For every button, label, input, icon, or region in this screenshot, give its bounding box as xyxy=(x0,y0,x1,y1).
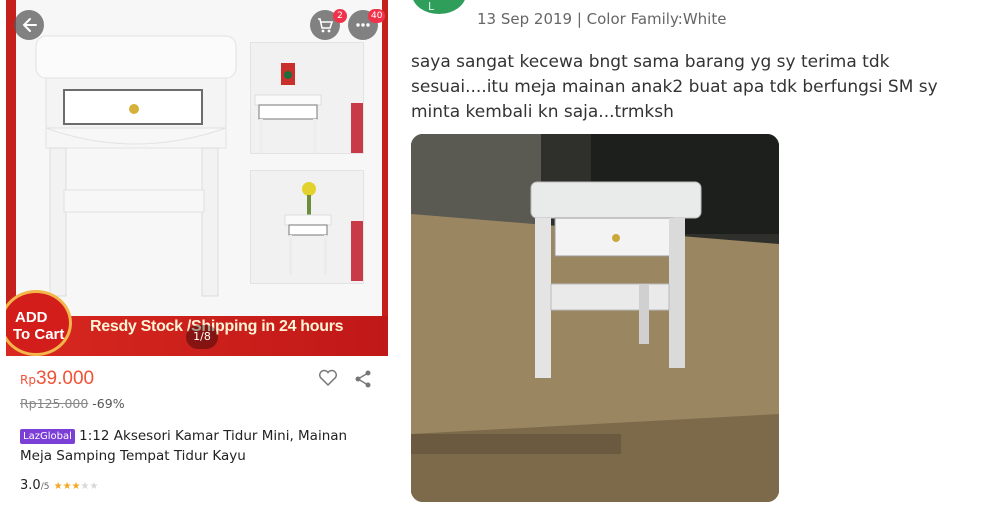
heart-icon[interactable] xyxy=(318,369,338,387)
product-panel: Resdy Stock /Shipping in 24 hours ADD To… xyxy=(0,0,392,510)
rating-stars: ★★★★★ xyxy=(54,478,99,493)
back-button[interactable] xyxy=(14,10,44,40)
share-icon[interactable] xyxy=(353,369,373,389)
review-panel: L 13 Sep 2019 | Color Family:White saya … xyxy=(392,0,986,510)
reviewer-avatar-letter: L xyxy=(428,0,435,13)
cart-count-badge: 2 xyxy=(333,9,347,23)
product-image-carousel[interactable]: Resdy Stock /Shipping in 24 hours ADD To… xyxy=(6,0,388,356)
store-tag: LazGlobal xyxy=(20,429,75,444)
review-text: saya sangat kecewa bngt sama barang yg s… xyxy=(411,52,938,122)
add-to-cart-line2: To Cart xyxy=(13,326,65,343)
price-currency: Rp xyxy=(20,373,36,387)
rating-value: 3.0 xyxy=(20,478,41,493)
product-image-area xyxy=(16,0,382,316)
star-filled-icon: ★ xyxy=(62,481,72,492)
rating-max: /5 xyxy=(40,482,50,492)
product-title: LazGlobal 1:12 Aksesori Kamar Tidur Mini… xyxy=(20,426,380,466)
add-to-cart-line1: ADD xyxy=(15,309,48,326)
original-price: Rp125.000 xyxy=(20,396,89,411)
price: Rp39.000 xyxy=(20,368,94,390)
original-price-row: Rp125.000 -69% xyxy=(20,396,125,411)
arrow-left-icon xyxy=(22,18,37,32)
main-product-image xyxy=(35,35,237,297)
discount-percent: -69% xyxy=(92,396,125,411)
product-thumbnail[interactable] xyxy=(250,42,364,154)
review-meta: 13 Sep 2019 | Color Family:White xyxy=(477,10,727,28)
reviewer-avatar: L xyxy=(412,0,466,14)
image-pager: 1/8 xyxy=(186,325,218,349)
cart-icon xyxy=(318,18,334,33)
notification-badge: 40 xyxy=(368,9,386,23)
star-filled-icon: ★ xyxy=(71,481,81,492)
star-empty-icon: ★ xyxy=(89,481,99,492)
price-value: 39.000 xyxy=(35,368,95,389)
star-filled-icon: ★ xyxy=(53,481,63,492)
product-thumbnail[interactable] xyxy=(250,170,364,284)
rating[interactable]: 3.0/5 ★★★★★ xyxy=(20,478,98,493)
review-photo[interactable] xyxy=(411,134,779,502)
